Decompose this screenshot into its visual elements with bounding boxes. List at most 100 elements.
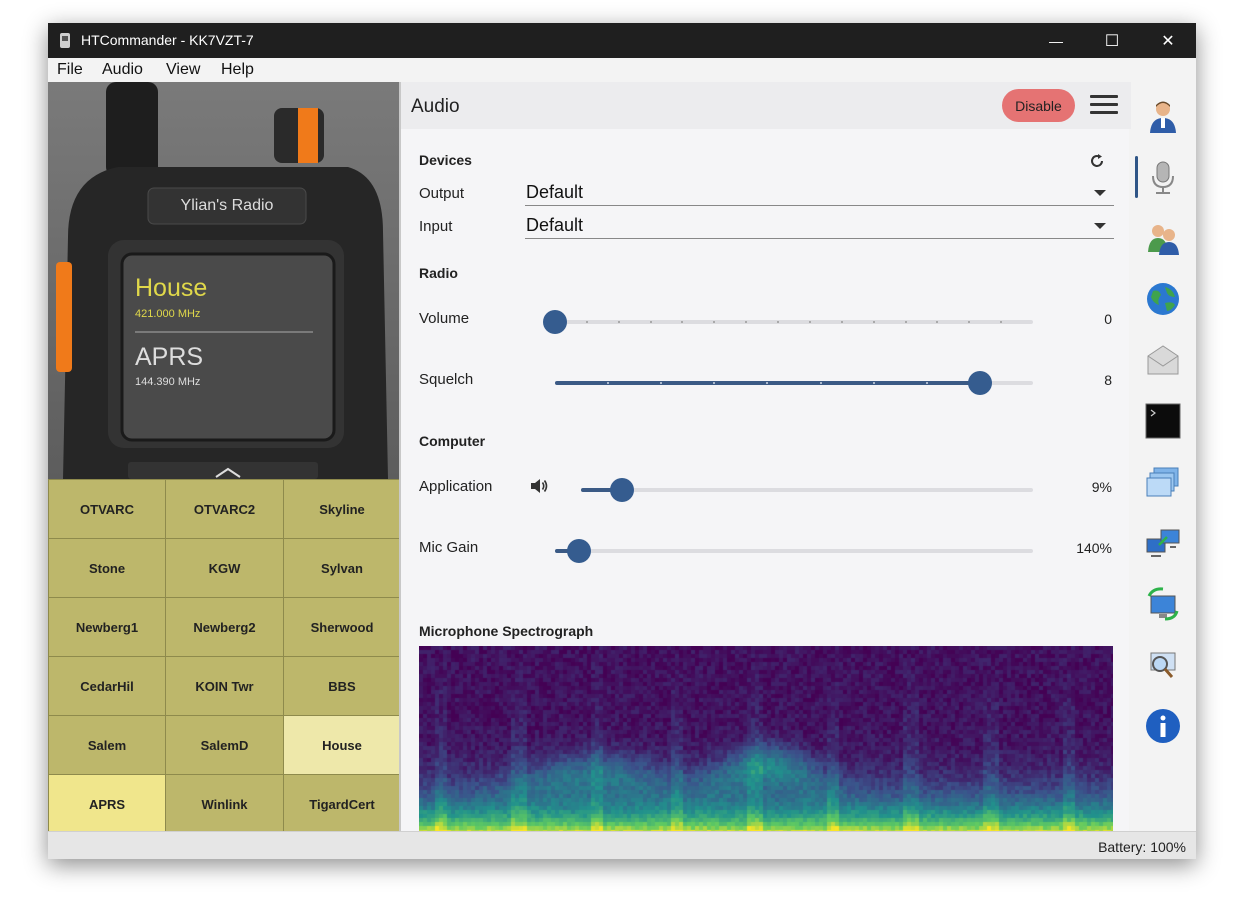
slider-tick <box>904 321 907 323</box>
info-icon[interactable] <box>1145 708 1181 744</box>
menu-help[interactable]: Help <box>221 61 254 79</box>
channel-button[interactable]: APRS <box>49 775 165 833</box>
devices-title: Devices <box>419 152 472 168</box>
vfo-b-frequency: 144.390 MHz <box>135 376 201 388</box>
slider-tick <box>872 321 875 323</box>
menu-view[interactable]: View <box>166 61 200 79</box>
volume-label: Volume <box>419 310 470 327</box>
audio-panel: Audio Disable Devices Output Default Inp… <box>399 82 1131 831</box>
slider-track[interactable] <box>555 549 1033 553</box>
volume-value: 0 <box>1104 311 1112 327</box>
windows-icon[interactable] <box>1145 464 1181 500</box>
channel-button[interactable]: Stone <box>49 539 165 597</box>
slider-track[interactable] <box>555 320 1033 324</box>
output-select[interactable]: Default <box>525 180 1114 206</box>
refresh-icon[interactable] <box>1088 152 1106 170</box>
selected-indicator <box>1135 156 1138 198</box>
squelch-label: Squelch <box>419 371 474 388</box>
status-bar: Battery: 100% <box>48 831 1196 859</box>
disable-button[interactable]: Disable <box>1002 89 1075 122</box>
channel-button[interactable]: CedarHil <box>49 657 165 715</box>
channel-button[interactable]: Salem <box>49 716 165 774</box>
slider-tick <box>649 321 652 323</box>
channel-button[interactable]: TigardCert <box>284 775 400 833</box>
window-title: HTCommander - KK7VZT-7 <box>81 32 254 48</box>
output-value: Default <box>526 182 584 202</box>
channel-button[interactable]: Sherwood <box>284 598 400 656</box>
terminal-icon[interactable] <box>1145 403 1181 439</box>
input-label: Input <box>419 218 453 235</box>
mic-gain-label: Mic Gain <box>419 539 479 556</box>
slider-thumb[interactable] <box>566 539 591 563</box>
vfo-a-name: House <box>135 274 208 302</box>
menu-audio[interactable]: Audio <box>102 61 143 79</box>
input-value: Default <box>526 215 584 235</box>
maximize-button[interactable]: ☐ <box>1084 23 1140 58</box>
battery-status: Battery: 100% <box>1098 839 1186 855</box>
vfo-a-frequency: 421.000 MHz <box>135 308 201 320</box>
channel-button[interactable]: Winlink <box>166 775 283 833</box>
radio-brand-label: Ylian's Radio <box>180 197 274 214</box>
squelch-slider[interactable] <box>555 371 1033 395</box>
hamburger-menu-icon[interactable] <box>1090 95 1118 115</box>
slider-tick <box>808 321 811 323</box>
menu-file[interactable]: File <box>57 61 83 79</box>
chevron-down-icon <box>1094 190 1106 196</box>
app-window: HTCommander - KK7VZT-7 — ☐ ✕ File Audio … <box>48 23 1196 859</box>
close-button[interactable]: ✕ <box>1140 23 1196 58</box>
input-select[interactable]: Default <box>525 213 1114 239</box>
computer-section-title: Computer <box>419 433 486 449</box>
slider-thumb[interactable] <box>967 371 992 395</box>
sync-icon[interactable] <box>1145 586 1181 622</box>
vfo-b-name: APRS <box>135 343 204 371</box>
application-value: 9% <box>1091 479 1112 495</box>
user-icon[interactable] <box>1145 98 1181 134</box>
panel-title: Audio <box>411 96 460 117</box>
volume-slider[interactable] <box>543 310 1033 334</box>
output-label: Output <box>419 185 465 202</box>
slider-track[interactable] <box>581 488 1033 492</box>
menu-bar: File Audio View Help <box>48 58 1196 82</box>
search-icon[interactable] <box>1145 647 1181 683</box>
radio-body-graphic <box>48 82 399 479</box>
slider-tick <box>872 382 875 384</box>
slider-tick <box>617 321 620 323</box>
title-bar: HTCommander - KK7VZT-7 — ☐ ✕ <box>48 23 1196 58</box>
mic-gain-slider[interactable] <box>555 539 1033 563</box>
mic-gain-value: 140% <box>1076 540 1112 556</box>
mail-icon[interactable] <box>1145 342 1181 378</box>
channel-grid: OTVARC OTVARC2 Skyline Stone KGW Sylvan Newber… <box>48 479 400 859</box>
channel-button[interactable]: Skyline <box>284 480 400 538</box>
minimize-button[interactable]: — <box>1028 23 1084 58</box>
slider-tick <box>585 321 588 323</box>
slider-tick <box>925 382 928 384</box>
microphone-icon[interactable] <box>1145 159 1181 195</box>
channel-button[interactable]: OTVARC <box>49 480 165 538</box>
squelch-value: 8 <box>1104 372 1112 388</box>
channel-button[interactable]: KOIN Twr <box>166 657 283 715</box>
radio-image: Ylian's Radio House 421.000 MHz APRS 144… <box>48 82 399 479</box>
channel-button[interactable]: Newberg2 <box>166 598 283 656</box>
channel-button[interactable]: Sylvan <box>284 539 400 597</box>
users-icon[interactable] <box>1145 220 1181 256</box>
slider-thumb[interactable] <box>609 478 634 502</box>
spectrograph-title: Microphone Spectrograph <box>419 623 594 639</box>
chevron-down-icon <box>1094 223 1106 229</box>
channel-button[interactable]: BBS <box>284 657 400 715</box>
right-sidebar <box>1131 82 1196 831</box>
channel-button[interactable]: Newberg1 <box>49 598 165 656</box>
channel-button[interactable]: SalemD <box>166 716 283 774</box>
slider-tick <box>819 382 822 384</box>
slider-tick <box>840 321 843 323</box>
globe-icon[interactable] <box>1145 281 1181 317</box>
channel-button[interactable]: KGW <box>166 539 283 597</box>
channel-button[interactable]: House <box>284 716 400 774</box>
speaker-icon[interactable] <box>529 477 549 495</box>
channel-button[interactable]: OTVARC2 <box>166 480 283 538</box>
slider-thumb[interactable] <box>543 310 567 334</box>
application-label: Application <box>419 478 493 495</box>
panel-header: Audio Disable <box>401 82 1131 129</box>
microphone-spectrograph <box>419 646 1113 831</box>
network-icon[interactable] <box>1145 525 1181 561</box>
application-volume-slider[interactable] <box>581 478 1033 502</box>
